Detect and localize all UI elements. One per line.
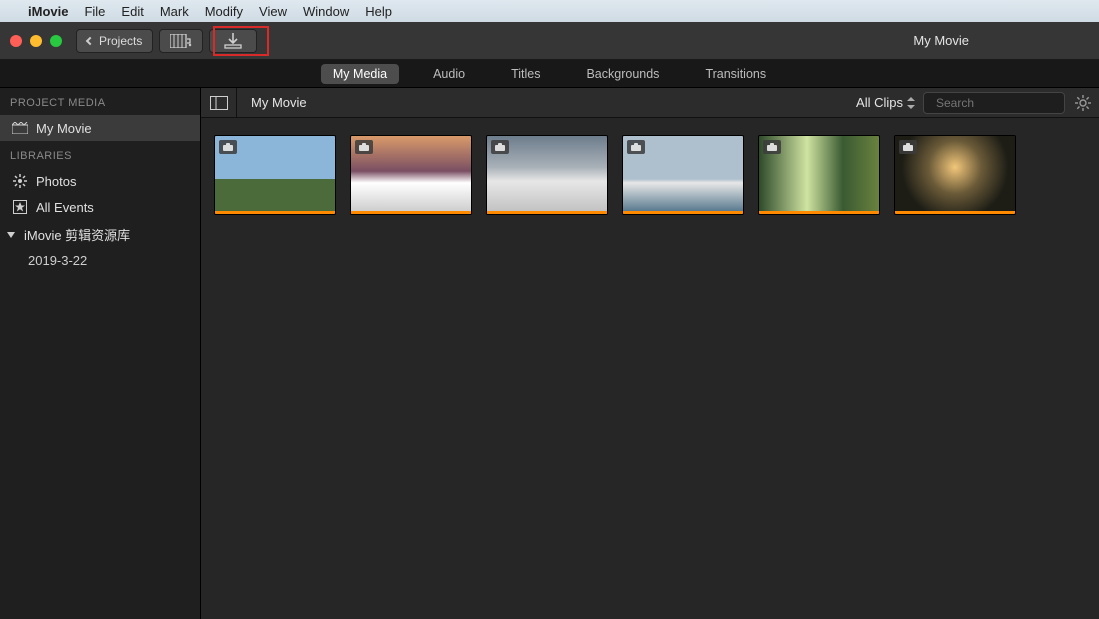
browser-settings-button[interactable] bbox=[1071, 91, 1095, 115]
clip-filter-dropdown[interactable]: All Clips bbox=[856, 95, 915, 110]
clip-thumbnail[interactable] bbox=[759, 136, 879, 214]
browser-header: My Movie All Clips bbox=[201, 88, 1099, 118]
clapperboard-icon bbox=[12, 120, 28, 136]
window-toolbar: Projects My Movie bbox=[0, 22, 1099, 60]
menubar-item-help[interactable]: Help bbox=[365, 4, 392, 19]
clip-filter-label: All Clips bbox=[856, 95, 903, 110]
browser-tabs: My Media Audio Titles Backgrounds Transi… bbox=[0, 60, 1099, 88]
import-media-button[interactable] bbox=[209, 29, 257, 53]
camera-badge-icon bbox=[763, 140, 781, 154]
menubar-item-file[interactable]: File bbox=[84, 4, 105, 19]
sidebar-photos-label: Photos bbox=[36, 174, 76, 189]
sidebar-toggle-button[interactable] bbox=[201, 88, 237, 117]
star-icon bbox=[12, 199, 28, 215]
clip-usage-strip bbox=[351, 211, 471, 214]
media-library-toggle-button[interactable] bbox=[159, 29, 203, 53]
menubar-item-edit[interactable]: Edit bbox=[121, 4, 143, 19]
tab-backgrounds[interactable]: Backgrounds bbox=[574, 64, 671, 84]
import-down-arrow-icon bbox=[224, 33, 242, 49]
tab-transitions[interactable]: Transitions bbox=[693, 64, 778, 84]
projects-back-button[interactable]: Projects bbox=[76, 29, 153, 53]
camera-badge-icon bbox=[219, 140, 237, 154]
camera-badge-icon bbox=[491, 140, 509, 154]
up-down-chevron-icon bbox=[907, 97, 915, 109]
chevron-left-icon bbox=[86, 36, 94, 44]
menubar-item-window[interactable]: Window bbox=[303, 4, 349, 19]
clip-thumbnail[interactable] bbox=[351, 136, 471, 214]
sidebar-event-label: 2019-3-22 bbox=[28, 253, 87, 268]
mac-menubar: iMovie File Edit Mark Modify View Window… bbox=[0, 0, 1099, 22]
close-window-button[interactable] bbox=[10, 35, 22, 47]
clip-usage-strip bbox=[215, 211, 335, 214]
sidebar-section-project-media: PROJECT MEDIA bbox=[0, 88, 200, 115]
sidebar-project-label: My Movie bbox=[36, 121, 92, 136]
menubar-item-mark[interactable]: Mark bbox=[160, 4, 189, 19]
window-traffic-lights bbox=[10, 35, 62, 47]
gear-icon bbox=[1075, 95, 1091, 111]
search-field[interactable] bbox=[923, 92, 1065, 114]
zoom-window-button[interactable] bbox=[50, 35, 62, 47]
sidebar-item-event[interactable]: 2019-3-22 bbox=[0, 249, 200, 272]
clip-thumbnail[interactable] bbox=[895, 136, 1015, 214]
tab-titles[interactable]: Titles bbox=[499, 64, 552, 84]
filmstrip-icon bbox=[170, 34, 192, 48]
camera-badge-icon bbox=[899, 140, 917, 154]
clip-grid bbox=[201, 118, 1099, 232]
camera-badge-icon bbox=[627, 140, 645, 154]
camera-badge-icon bbox=[355, 140, 373, 154]
clip-usage-strip bbox=[623, 211, 743, 214]
minimize-window-button[interactable] bbox=[30, 35, 42, 47]
sidebar-item-project[interactable]: My Movie bbox=[0, 115, 200, 141]
clip-usage-strip bbox=[759, 211, 879, 214]
search-input[interactable] bbox=[936, 96, 1091, 110]
sidebar-all-events-label: All Events bbox=[36, 200, 94, 215]
menubar-item-view[interactable]: View bbox=[259, 4, 287, 19]
clip-thumbnail[interactable] bbox=[623, 136, 743, 214]
projects-label: Projects bbox=[99, 34, 142, 48]
sidebar-item-photos[interactable]: Photos bbox=[0, 168, 200, 194]
sidebar-item-all-events[interactable]: All Events bbox=[0, 194, 200, 220]
window-title: My Movie bbox=[913, 33, 969, 48]
flower-icon bbox=[12, 173, 28, 189]
clip-usage-strip bbox=[895, 211, 1015, 214]
tab-my-media[interactable]: My Media bbox=[321, 64, 399, 84]
sidebar-section-libraries: LIBRARIES bbox=[0, 141, 200, 168]
clip-thumbnail[interactable] bbox=[487, 136, 607, 214]
clip-usage-strip bbox=[487, 211, 607, 214]
menubar-app-name[interactable]: iMovie bbox=[28, 4, 68, 19]
menubar-item-modify[interactable]: Modify bbox=[205, 4, 243, 19]
clip-thumbnail[interactable] bbox=[215, 136, 335, 214]
sidebar-library-label: iMovie 剪辑资源库 bbox=[24, 225, 130, 244]
browser-breadcrumb[interactable]: My Movie bbox=[237, 95, 856, 110]
sidebar-panel-icon bbox=[210, 96, 228, 110]
tab-audio[interactable]: Audio bbox=[421, 64, 477, 84]
media-browser: My Movie All Clips bbox=[201, 88, 1099, 619]
sidebar: PROJECT MEDIA My Movie LIBRARIES Photos … bbox=[0, 88, 201, 619]
sidebar-item-library[interactable]: iMovie 剪辑资源库 bbox=[0, 220, 200, 249]
disclosure-triangle-icon[interactable] bbox=[6, 230, 16, 240]
